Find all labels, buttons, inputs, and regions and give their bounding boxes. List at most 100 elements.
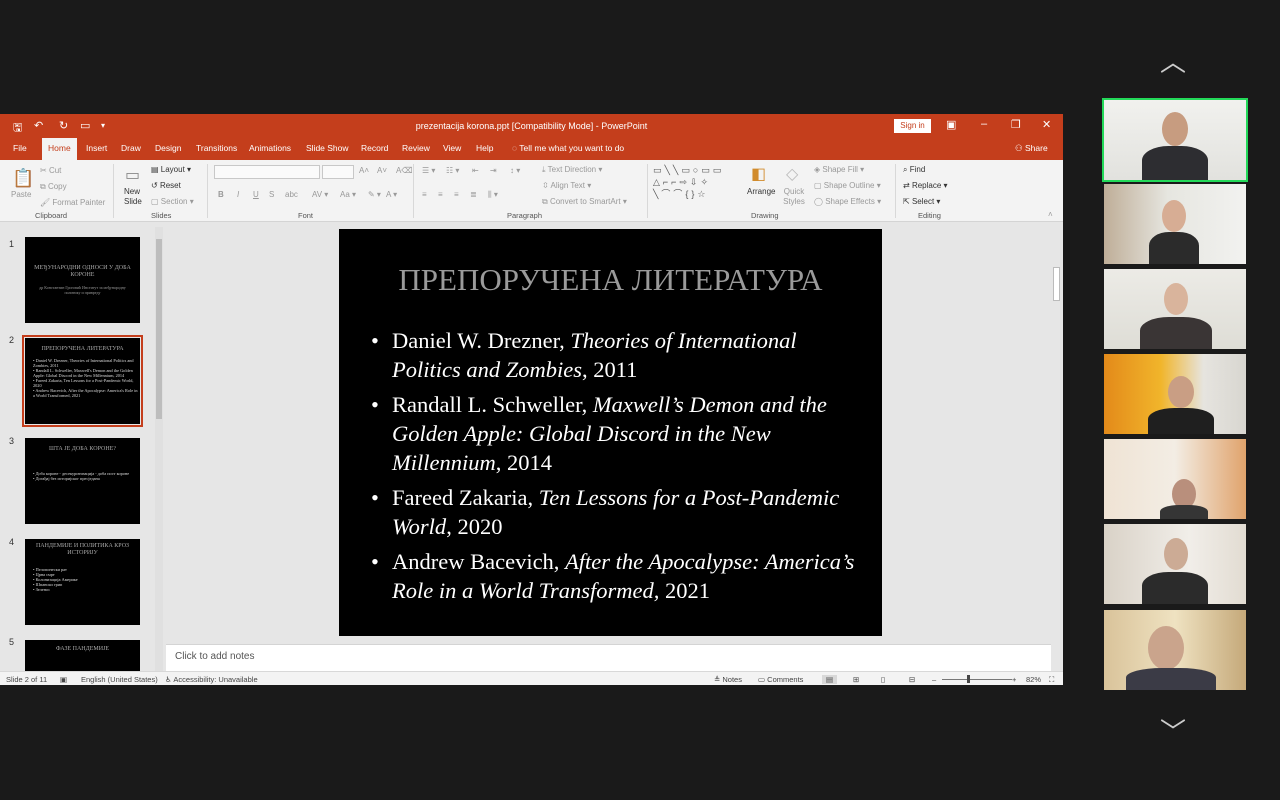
scroll-thumb[interactable] — [1053, 267, 1060, 301]
maximize-icon[interactable]: ❐ — [1011, 118, 1021, 131]
align-left-icon[interactable]: ≡ — [422, 190, 427, 199]
accessibility-status[interactable]: ♿ Accessibility: Unavailable — [165, 675, 258, 684]
shape-fill-button[interactable]: ◈ Shape Fill ▾ — [814, 165, 864, 174]
text-direction-button[interactable]: ⤓ Text Direction ▾ — [542, 165, 602, 175]
change-case-icon[interactable]: Aa ▾ — [340, 190, 356, 199]
strikethrough-button[interactable]: S — [269, 190, 274, 199]
clear-formatting-icon[interactable]: A⌫ — [396, 166, 413, 175]
numbering-icon[interactable]: ☷ ▾ — [446, 166, 459, 175]
arrange-button[interactable]: Arrange — [747, 187, 775, 196]
slide-canvas[interactable]: ПРЕПОРУЧЕНА ЛИТЕРАТУРА Daniel W. Drezner… — [339, 229, 882, 636]
highlight-icon[interactable]: ✎ ▾ — [368, 190, 381, 199]
language-indicator[interactable]: English (United States) — [81, 675, 158, 684]
bold-button[interactable]: B — [218, 190, 224, 199]
participant-video-5[interactable] — [1104, 439, 1246, 519]
scroll-thumb[interactable] — [156, 239, 162, 419]
zoom-slider[interactable] — [942, 679, 1012, 680]
slide-scrollbar[interactable] — [1051, 223, 1062, 633]
tab-slide-show[interactable]: Slide Show — [306, 143, 349, 153]
participant-video-2[interactable] — [1104, 184, 1246, 264]
bullets-icon[interactable]: ☰ ▾ — [422, 166, 435, 175]
tab-transitions[interactable]: Transitions — [196, 143, 237, 153]
chevron-up-icon[interactable]: ︿ — [1160, 42, 1186, 79]
text-shadow-button[interactable]: abc — [285, 190, 298, 199]
zoom-in-icon[interactable]: + — [1012, 675, 1016, 684]
character-spacing-icon[interactable]: AV ▾ — [312, 190, 328, 199]
zoom-level[interactable]: 82% — [1026, 675, 1041, 684]
tab-help[interactable]: Help — [476, 143, 493, 153]
select-button[interactable]: ⇱ Select ▾ — [903, 197, 940, 206]
normal-view-icon[interactable]: ▤ — [822, 675, 838, 684]
decrease-font-icon[interactable]: A˅ — [377, 166, 387, 175]
comments-toggle[interactable]: ▭ Comments — [758, 675, 803, 684]
tab-record[interactable]: Record — [361, 143, 388, 153]
thumbnail-scrollbar[interactable] — [155, 227, 163, 671]
font-color-icon[interactable]: A ▾ — [386, 190, 397, 199]
tab-design[interactable]: Design — [155, 143, 181, 153]
zoom-out-icon[interactable]: – — [932, 675, 936, 684]
shape-effects-button[interactable]: ◯ Shape Effects ▾ — [814, 197, 881, 206]
columns-icon[interactable]: ⫼ ▾ — [488, 190, 498, 200]
tab-home[interactable]: Home — [42, 138, 77, 160]
italic-button[interactable]: I — [237, 190, 239, 199]
section-button[interactable]: ▢ Section ▾ — [151, 197, 194, 206]
convert-smartart-button[interactable]: ⧉ Convert to SmartArt ▾ — [542, 197, 627, 207]
tell-me-search[interactable]: ◌ Tell me what you want to do — [512, 143, 624, 153]
increase-font-icon[interactable]: A˄ — [359, 166, 369, 175]
notes-placeholder[interactable]: Click to add notes — [175, 651, 255, 662]
zoom-slider-thumb[interactable] — [967, 675, 970, 683]
tab-review[interactable]: Review — [402, 143, 430, 153]
chevron-down-icon[interactable]: ﹀ — [1160, 712, 1186, 749]
sign-in-button[interactable]: Sign in — [894, 119, 931, 133]
tab-insert[interactable]: Insert — [86, 143, 107, 153]
tab-animations[interactable]: Animations — [249, 143, 291, 153]
participant-video-6[interactable] — [1104, 524, 1246, 604]
font-size-field[interactable] — [322, 165, 354, 179]
copy-button[interactable]: ⧉ Copy — [40, 182, 67, 192]
slide-bullet-list[interactable]: Daniel W. Drezner, Theories of Internati… — [371, 326, 871, 611]
slide-thumbnail-2[interactable]: ПРЕПОРУЧЕНА ЛИТЕРАТУРА Daniel W. Drezner… — [22, 335, 143, 427]
participant-video-3[interactable] — [1104, 269, 1246, 349]
collapse-ribbon-icon[interactable]: ˄ — [1048, 210, 1053, 219]
reset-button[interactable]: ↺ Reset — [151, 181, 181, 190]
ribbon-display-icon[interactable]: ▣ — [946, 118, 956, 131]
justify-icon[interactable]: ≣ — [470, 190, 477, 199]
quick-styles-button[interactable]: Quick Styles — [780, 187, 808, 207]
decrease-indent-icon[interactable]: ⇤ — [472, 166, 479, 175]
layout-button[interactable]: ▤ Layout ▾ — [151, 165, 191, 174]
participant-video-7[interactable] — [1104, 610, 1246, 690]
slide-sorter-icon[interactable]: ⊞ — [853, 675, 859, 684]
replace-button[interactable]: ⇄ Replace ▾ — [903, 181, 948, 190]
slide-thumbnail-5[interactable]: ФАЗЕ ПАНДЕМИЈЕ — [25, 640, 140, 673]
close-icon[interactable]: ✕ — [1042, 118, 1051, 131]
notes-pane[interactable]: Click to add notes — [166, 644, 1051, 671]
reading-view-icon[interactable]: ▯ — [881, 675, 885, 684]
find-button[interactable]: ⌕ Find — [903, 165, 925, 175]
tab-file[interactable]: File — [13, 143, 27, 153]
new-slide-button[interactable]: New Slide — [124, 187, 146, 207]
shapes-gallery[interactable]: ▭╲╲▭○▭▭ △⌐⌐⇨⇩✧ ╲⌒⌒{}☆ — [653, 164, 739, 204]
slide-title[interactable]: ПРЕПОРУЧЕНА ЛИТЕРАТУРА — [339, 262, 882, 298]
fit-slide-icon[interactable]: ⛶ — [1049, 675, 1054, 685]
align-center-icon[interactable]: ≡ — [438, 190, 443, 199]
share-button[interactable]: ⚇ Share — [1015, 143, 1048, 154]
participant-video-1[interactable] — [1102, 98, 1248, 182]
font-name-field[interactable] — [214, 165, 320, 179]
spelling-icon[interactable]: ▣ — [60, 675, 67, 684]
paste-button[interactable]: Paste — [11, 190, 31, 199]
shape-outline-button[interactable]: ▢ Shape Outline ▾ — [814, 181, 881, 190]
slideshow-icon[interactable]: ⊟ — [909, 675, 915, 684]
tab-draw[interactable]: Draw — [121, 143, 141, 153]
format-painter-button[interactable]: 🖌 Format Painter — [40, 198, 105, 207]
align-text-button[interactable]: ⇳ Align Text ▾ — [542, 181, 591, 190]
align-right-icon[interactable]: ≡ — [454, 190, 459, 199]
line-spacing-icon[interactable]: ↕ ▾ — [510, 166, 520, 175]
slide-thumbnail-4[interactable]: ПАНДЕМИЈЕ И ПОЛИТИКА КРОЗ ИСТОРИЈУ Пелоп… — [25, 539, 140, 625]
underline-button[interactable]: U — [253, 190, 259, 199]
slide-thumbnail-1[interactable]: МЕЂУНАРОДНИ ОДНОСИ У ДОБА КОРОНЕ др Конс… — [25, 237, 140, 323]
tab-view[interactable]: View — [443, 143, 461, 153]
increase-indent-icon[interactable]: ⇥ — [490, 166, 497, 175]
notes-toggle[interactable]: ≜ Notes — [714, 675, 742, 684]
slide-thumbnail-3[interactable]: ШТА ЈЕ ДОБА КОРОНЕ? Доба короне - десеку… — [25, 438, 140, 524]
cut-button[interactable]: ✂ Cut — [40, 166, 61, 175]
